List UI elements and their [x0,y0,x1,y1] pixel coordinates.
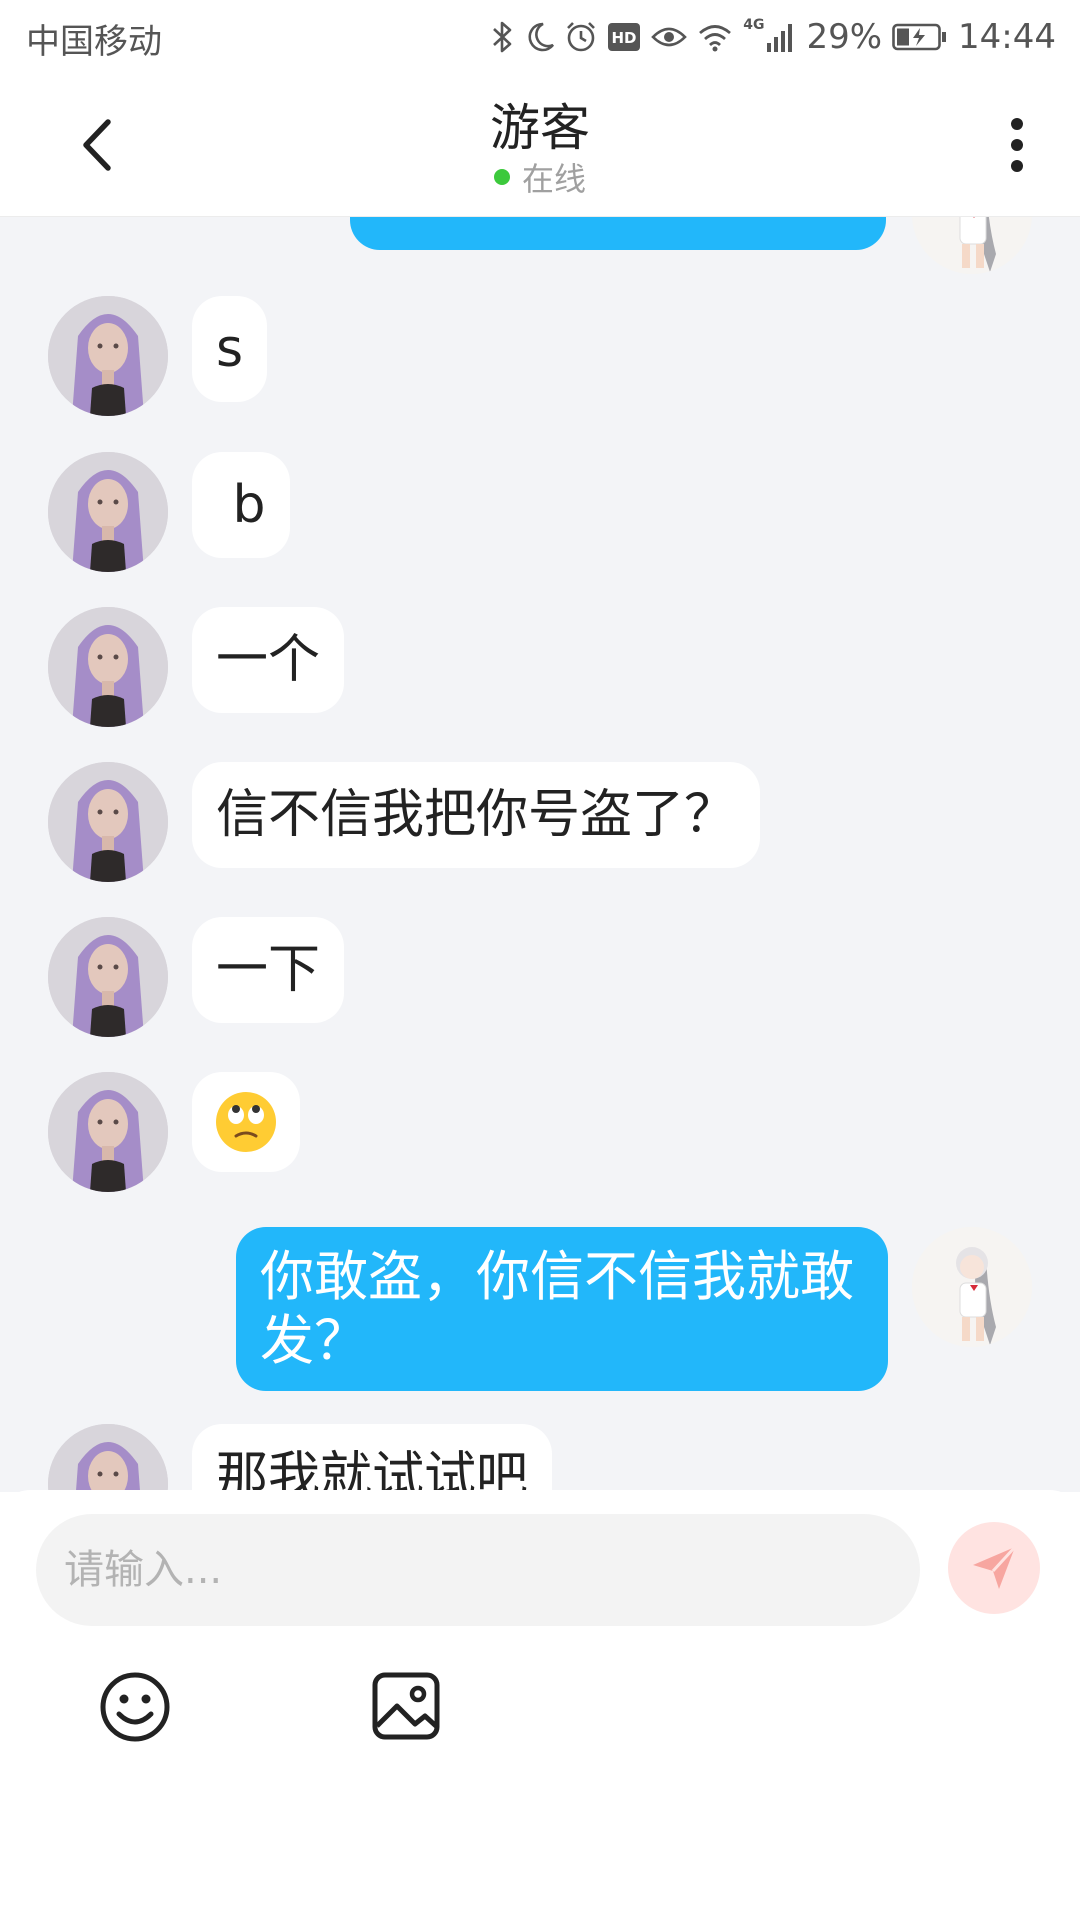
message-bubble-incoming[interactable]: b [192,452,290,558]
message-bubble-outgoing-partial[interactable] [350,216,886,250]
wifi-icon [697,22,733,52]
send-icon [973,1545,1017,1589]
message-bubble-incoming[interactable]: 一下 [192,917,345,1023]
contact-avatar-image [48,452,168,572]
message-bubble-outgoing[interactable]: 你敢盗，你信不信我就敢发？ [236,1227,888,1391]
status-icons: HD 4G 29% 14:44 [491,12,1056,62]
bluetooth-icon [491,20,515,54]
smiley-icon [100,1672,170,1742]
contact-avatar-image [48,607,168,727]
contact-avatar-image [48,917,168,1037]
online-status-text: 在线 [521,160,586,198]
contact-avatar-image [48,762,168,882]
contact-avatar-image [48,1072,168,1192]
battery-percent: 29% [806,17,883,57]
image-button[interactable] [370,1670,442,1742]
message-input[interactable] [36,1514,920,1626]
avatar-self[interactable] [912,1227,1032,1347]
hd-icon: HD [607,22,641,52]
moon-icon [525,21,555,53]
image-icon [372,1672,440,1740]
avatar-contact[interactable] [48,1072,168,1192]
send-button[interactable] [948,1522,1040,1614]
network-type: 4G [743,17,765,33]
signal-icon [766,21,796,53]
message-bubble-incoming[interactable]: 信不信我把你号盗了？ [192,762,761,868]
alarm-icon [565,20,597,54]
more-vertical-icon [1011,118,1023,172]
emoji-button[interactable] [98,1670,172,1744]
eye-roll-emoji-icon [216,1092,276,1152]
anime-avatar-image [912,1227,1032,1347]
online-status: 在线 [0,154,1080,200]
more-options-button[interactable] [992,110,1042,180]
message-bubble-incoming[interactable] [192,1072,300,1172]
contact-name: 游客 [490,99,590,157]
avatar-contact[interactable] [48,917,168,1037]
eye-icon [651,23,688,51]
contact-avatar-image [48,296,168,416]
avatar-contact[interactable] [48,607,168,727]
clock-time: 14:44 [958,17,1056,57]
avatar-contact[interactable] [48,452,168,572]
input-panel [0,1490,1080,1920]
battery-charging-icon [892,22,948,52]
message-bubble-incoming[interactable]: s [192,296,268,402]
avatar-contact[interactable] [48,762,168,882]
avatar-self[interactable] [912,216,1032,274]
chat-header: 游客 在线 [0,74,1080,217]
contact-avatar-image [48,1424,168,1492]
avatar-contact[interactable] [48,296,168,416]
carrier-name: 中国移动 [26,22,162,62]
message-bubble-incoming[interactable]: 一个 [192,607,345,713]
svg-text:HD: HD [612,29,637,47]
message-bubble-incoming[interactable]: 那我就试试吧 [192,1424,553,1492]
avatar-contact[interactable] [48,1424,168,1492]
anime-avatar-image [912,216,1032,274]
online-dot [493,169,510,185]
status-bar: 中国移动 HD 4G 29% 14:44 [0,0,1080,74]
message-list[interactable]: s b 一个 信不信我把你号盗了？ 一下 你敢盗，你信不信我就敢发？ 那我就试试… [0,216,1080,1492]
